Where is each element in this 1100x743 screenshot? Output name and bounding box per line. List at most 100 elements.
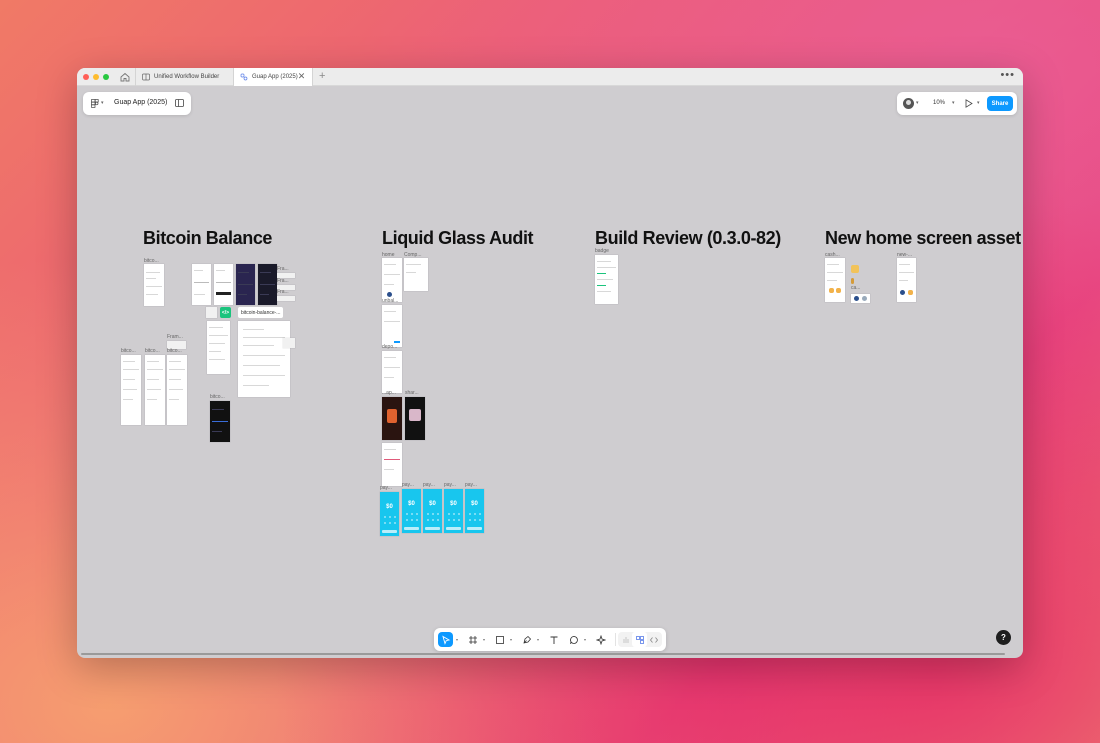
frame-label: bitco... [121, 348, 136, 354]
design-frame[interactable] [283, 338, 295, 348]
shape-tool-button[interactable] [492, 632, 507, 647]
minimize-window-button[interactable] [93, 74, 99, 80]
toolbar-divider [615, 633, 616, 646]
file-name[interactable]: Guap App (2025) [114, 99, 167, 106]
frame-tool-button[interactable] [465, 632, 480, 647]
toggle-sidebar-icon[interactable] [175, 99, 184, 107]
text-tool-button[interactable] [546, 632, 561, 647]
design-frame[interactable] [382, 443, 402, 486]
chevron-down-icon[interactable]: ▾ [537, 637, 539, 642]
zoom-window-button[interactable] [103, 74, 109, 80]
chevron-down-icon[interactable]: ▾ [916, 100, 919, 106]
pay-frame[interactable]: $0 [380, 492, 399, 536]
chevron-down-icon[interactable]: ▾ [510, 637, 512, 642]
text-t-icon [550, 636, 557, 644]
pay-frame[interactable]: $0 [444, 489, 463, 533]
design-frame[interactable] [210, 401, 230, 442]
design-frame[interactable] [825, 258, 845, 302]
coin-asset[interactable] [851, 265, 859, 273]
new-tab-button[interactable]: + [319, 70, 325, 82]
home-icon[interactable] [119, 71, 131, 83]
frame-label: bitco... [167, 348, 182, 354]
design-frame[interactable] [144, 264, 164, 306]
design-frame[interactable] [277, 296, 295, 301]
section-title-build-review[interactable]: Build Review (0.3.0-82) [595, 228, 781, 249]
design-frame[interactable] [382, 397, 402, 440]
design-frame[interactable] [145, 355, 165, 425]
design-frame[interactable] [382, 258, 402, 302]
component-label[interactable]: bitcoin-balance-... [238, 307, 284, 318]
more-options-icon[interactable]: ••• [1000, 69, 1015, 81]
chevron-down-icon[interactable]: ▾ [584, 637, 586, 642]
coin-asset[interactable] [851, 278, 854, 284]
design-frame[interactable] [595, 255, 618, 304]
main-menu-icon[interactable] [91, 99, 99, 108]
comment-tool-button[interactable] [566, 632, 581, 647]
frame-label: shar... [405, 390, 419, 396]
design-frame[interactable] [382, 305, 402, 347]
file-menu-bar: ▾ Guap App (2025) [83, 92, 191, 115]
tab-label: Unified Workflow Builder [154, 74, 220, 80]
pay-frame[interactable]: $0 [423, 489, 442, 533]
pay-frame[interactable]: $0 [402, 489, 421, 533]
close-window-button[interactable] [83, 74, 89, 80]
pay-frame[interactable]: $0 [465, 489, 484, 533]
design-frame[interactable] [214, 264, 233, 305]
comment-bubble-icon [569, 635, 578, 644]
design-file-icon [240, 73, 248, 81]
horizontal-scrollbar[interactable] [81, 653, 1005, 655]
pay-amount: $0 [386, 504, 393, 510]
frame-label: ...ap... [382, 390, 396, 396]
section-title-new-home-screen-asset[interactable]: New home screen asset [825, 228, 1021, 249]
frame-label: pay... [444, 482, 456, 488]
tab-guap-app[interactable]: Guap App (2025) ✕ [233, 68, 313, 86]
code-snippet-icon[interactable]: </> [220, 307, 231, 318]
frame-label: pay... [465, 482, 477, 488]
design-frame[interactable] [258, 264, 277, 305]
chevron-down-icon[interactable]: ▾ [977, 100, 980, 106]
frame-label: Fra... [277, 278, 289, 284]
frame-label: unbal... [382, 298, 399, 304]
avatar[interactable] [903, 98, 914, 109]
tab-unified-workflow-builder[interactable]: Unified Workflow Builder [135, 68, 230, 86]
dev-mode-button[interactable] [646, 632, 661, 647]
chevron-down-icon[interactable]: ▾ [952, 100, 955, 106]
board-icon [142, 73, 150, 81]
design-frame[interactable] [192, 264, 211, 305]
draw-hand-icon [623, 636, 628, 643]
design-frame[interactable] [238, 321, 290, 397]
chevron-down-icon[interactable]: ▾ [483, 637, 485, 642]
design-frame[interactable] [897, 258, 916, 302]
window-title-bar: Unified Workflow Builder Guap App (2025)… [77, 68, 1023, 86]
frame-label: ca... [851, 285, 861, 291]
design-frame[interactable] [404, 258, 428, 291]
draw-mode-button[interactable] [618, 632, 633, 647]
chevron-down-icon[interactable]: ▾ [456, 637, 458, 642]
share-button[interactable]: Share [987, 96, 1013, 111]
code-brackets-icon [649, 636, 658, 643]
design-frame[interactable] [236, 264, 255, 305]
frame-label: pay... [423, 482, 435, 488]
section-title-bitcoin-balance[interactable]: Bitcoin Balance [143, 228, 272, 249]
frame-label: bitco... [145, 348, 160, 354]
section-title-liquid-glass-audit[interactable]: Liquid Glass Audit [382, 228, 534, 249]
sparkle-icon [595, 634, 606, 645]
move-tool-button[interactable] [438, 632, 453, 647]
design-frame[interactable] [382, 351, 402, 393]
help-button[interactable]: ? [996, 630, 1011, 645]
present-play-icon[interactable] [965, 99, 973, 108]
chevron-down-icon[interactable]: ▾ [101, 100, 104, 106]
close-tab-icon[interactable]: ✕ [297, 72, 306, 81]
design-frame[interactable] [851, 294, 870, 303]
frame-label: Fram... [167, 334, 183, 340]
design-frame[interactable] [405, 397, 425, 440]
pay-amount: $0 [450, 501, 457, 507]
actions-ai-button[interactable] [593, 632, 608, 647]
design-frame[interactable] [206, 307, 217, 318]
pen-tool-button[interactable] [519, 632, 534, 647]
design-frame[interactable] [121, 355, 141, 425]
zoom-level[interactable]: 10% [933, 100, 945, 106]
design-mode-button[interactable] [632, 632, 647, 647]
design-frame[interactable] [207, 321, 230, 374]
design-frame[interactable] [167, 355, 187, 425]
